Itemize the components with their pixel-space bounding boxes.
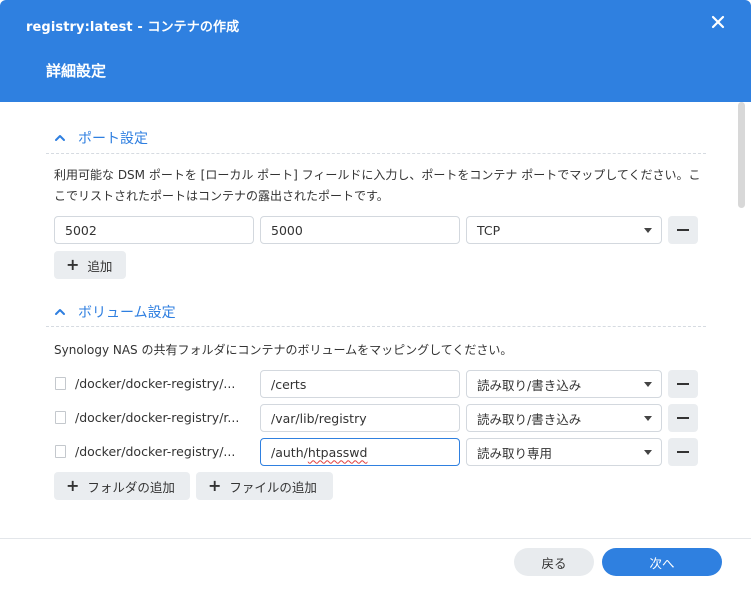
port-section-title: ポート設定 <box>78 131 148 147</box>
file-icon <box>55 445 66 458</box>
chevron-down-icon <box>644 416 652 421</box>
port-section-toggle[interactable]: ポート設定 <box>54 128 148 148</box>
protocol-select[interactable]: TCP <box>466 216 662 244</box>
add-folder-button[interactable]: + フォルダの追加 <box>54 472 190 500</box>
container-port-input[interactable]: 5000 <box>260 216 460 244</box>
mount-mode-select[interactable]: 読み取り/書き込み <box>466 370 662 398</box>
spellcheck-underlined-text: htpasswd <box>307 444 368 460</box>
volume-section-divider <box>46 326 706 327</box>
dialog-header: registry:latest - コンテナの作成 詳細設定 <box>0 0 751 102</box>
remove-volume-button[interactable] <box>668 370 698 398</box>
chevron-down-icon <box>644 450 652 455</box>
mount-path-input[interactable]: /var/lib/registry <box>260 404 460 432</box>
minus-icon <box>677 229 689 231</box>
close-icon[interactable] <box>708 14 728 34</box>
protocol-select-value: TCP <box>477 222 501 238</box>
plus-icon: + <box>208 476 222 495</box>
footer-divider <box>0 538 751 539</box>
create-container-dialog: registry:latest - コンテナの作成 詳細設定 ポート設定 利用可… <box>0 0 751 591</box>
add-port-label: 追加 <box>87 258 113 274</box>
plus-icon: + <box>66 476 80 495</box>
next-button[interactable]: 次へ <box>602 548 722 576</box>
mount-path-prefix: /auth/ <box>271 444 308 460</box>
file-icon <box>55 411 66 424</box>
file-icon <box>55 377 66 390</box>
mount-mode-value: 読み取り/書き込み <box>477 377 582 393</box>
chevron-up-icon <box>54 132 66 144</box>
volume-path: /docker/docker-registry/... <box>75 376 236 391</box>
mount-mode-value: 読み取り/書き込み <box>477 411 582 427</box>
add-file-button[interactable]: + ファイルの追加 <box>196 472 333 500</box>
port-section-divider <box>46 153 706 154</box>
back-button[interactable]: 戻る <box>514 548 594 576</box>
minus-icon <box>677 451 689 453</box>
volume-section-toggle[interactable]: ボリューム設定 <box>54 302 176 322</box>
mount-mode-select[interactable]: 読み取り/書き込み <box>466 404 662 432</box>
local-port-input[interactable]: 5002 <box>54 216 254 244</box>
minus-icon <box>677 417 689 419</box>
mount-mode-value: 読み取り専用 <box>477 445 553 461</box>
step-title: 詳細設定 <box>46 62 107 80</box>
minus-icon <box>677 383 689 385</box>
add-file-label: ファイルの追加 <box>229 479 317 495</box>
volume-path: /docker/docker-registry/... <box>75 444 236 459</box>
volume-path: /docker/docker-registry/r... <box>75 410 240 425</box>
chevron-down-icon <box>644 382 652 387</box>
chevron-up-icon <box>54 306 66 318</box>
add-port-button[interactable]: + 追加 <box>54 251 126 279</box>
chevron-down-icon <box>644 228 652 233</box>
window-title: registry:latest - コンテナの作成 <box>26 20 240 35</box>
remove-port-button[interactable] <box>668 216 698 244</box>
add-folder-label: フォルダの追加 <box>87 479 175 495</box>
volume-section-description: Synology NAS の共有フォルダにコンテナのボリュームをマッピングしてく… <box>54 343 513 357</box>
remove-volume-button[interactable] <box>668 404 698 432</box>
mount-mode-select[interactable]: 読み取り専用 <box>466 438 662 466</box>
plus-icon: + <box>66 255 80 274</box>
volume-section-title: ボリューム設定 <box>78 305 176 321</box>
mount-path-input[interactable]: /certs <box>260 370 460 398</box>
scrollbar[interactable] <box>738 102 746 538</box>
port-section-description: 利用可能な DSM ポートを [ローカル ポート] フィールドに入力し、ポートを… <box>54 168 701 203</box>
scrollbar-thumb[interactable] <box>738 102 745 208</box>
remove-volume-button[interactable] <box>668 438 698 466</box>
mount-path-input[interactable]: /auth/htpasswd <box>260 438 460 466</box>
